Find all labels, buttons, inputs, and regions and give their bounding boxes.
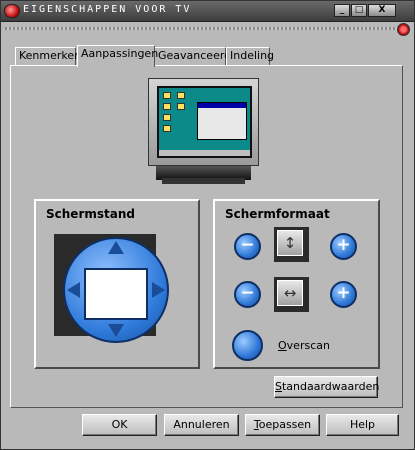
tv-screen [157, 86, 252, 158]
ok-button[interactable]: OK [82, 414, 157, 436]
arrow-up-icon[interactable] [108, 241, 124, 254]
title-grip-divider [5, 27, 397, 30]
tab-geavanceerd[interactable]: Geavanceerd [154, 47, 231, 65]
settings-gear-icon[interactable] [397, 23, 410, 36]
minus-icon: − [240, 283, 255, 303]
defaults-button[interactable]: Standaardwaarden [274, 376, 379, 398]
tab-kenmerken[interactable]: Kenmerken [15, 47, 81, 65]
height-indicator: ↕ [274, 227, 309, 262]
title-bar[interactable]: Eigenschappen voor TV _ □ X [1, 1, 414, 22]
apply-button[interactable]: Toepassen [245, 414, 320, 436]
dpad-center [84, 268, 148, 320]
close-button[interactable]: X [368, 4, 396, 17]
minimize-button[interactable]: _ [334, 4, 350, 17]
horizontal-resize-icon: ↔ [277, 280, 303, 306]
minus-icon: − [240, 235, 255, 255]
window-menu-icon[interactable] [4, 4, 20, 18]
schermformaat-title: Schermformaat [225, 207, 330, 221]
overscan-label: Overscan [278, 339, 330, 352]
maximize-button[interactable]: □ [351, 4, 367, 17]
width-indicator: ↔ [274, 277, 309, 312]
width-increase-button[interactable]: + [330, 281, 357, 308]
tab-indeling[interactable]: Indeling [226, 47, 274, 65]
schermstand-title: Schermstand [46, 207, 135, 221]
plus-icon: + [336, 235, 351, 255]
cancel-button[interactable]: Annuleren [164, 414, 239, 436]
properties-window: Eigenschappen voor TV _ □ X Kenmerken Aa… [0, 0, 415, 450]
arrow-down-icon[interactable] [108, 324, 124, 337]
plus-icon: + [336, 283, 351, 303]
help-button[interactable]: Help [326, 414, 399, 436]
tab-aanpassingen[interactable]: Aanpassingen [77, 45, 158, 67]
width-decrease-button[interactable]: − [234, 281, 261, 308]
overscan-button[interactable] [232, 330, 263, 361]
window-title: Eigenschappen voor TV [23, 4, 192, 15]
arrow-left-icon[interactable] [67, 282, 80, 298]
height-increase-button[interactable]: + [330, 233, 357, 260]
height-decrease-button[interactable]: − [234, 233, 261, 260]
arrow-right-icon[interactable] [152, 282, 165, 298]
tv-preview-image [148, 78, 259, 184]
vertical-resize-icon: ↕ [277, 230, 303, 256]
